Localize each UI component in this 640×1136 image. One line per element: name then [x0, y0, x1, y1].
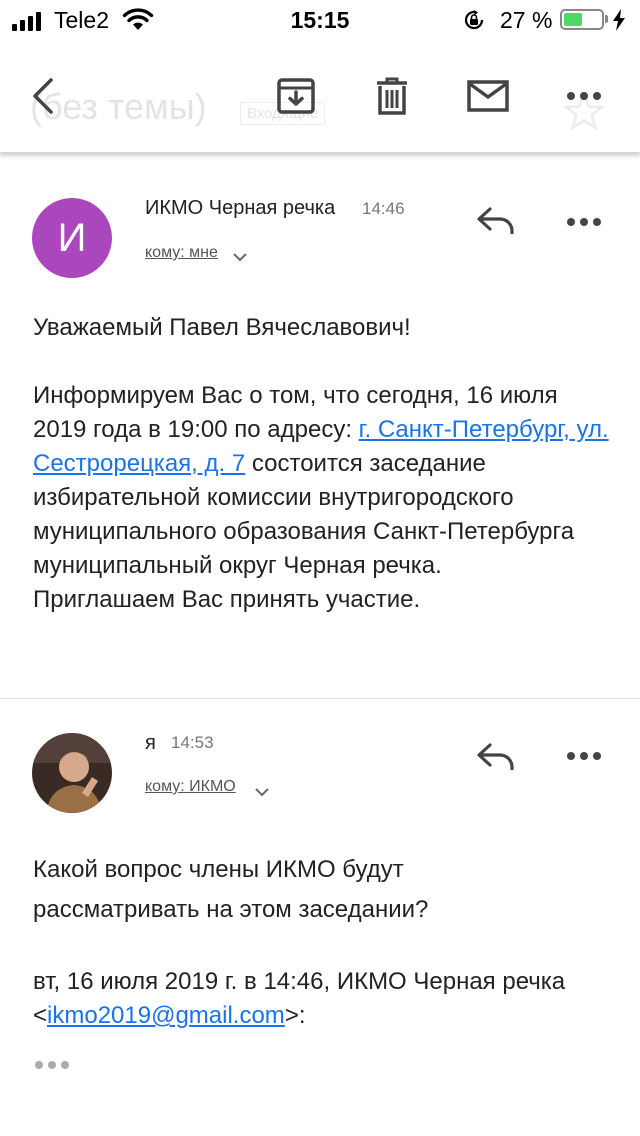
battery-cap	[605, 15, 608, 23]
rotation-lock-icon	[464, 10, 484, 30]
back-icon	[33, 78, 53, 114]
user-avatar[interactable]	[32, 733, 112, 813]
email-link[interactable]: ikmo2019@gmail.com	[47, 1002, 285, 1029]
battery-percent: 27 %	[500, 7, 553, 33]
status-bar: Tele2 15:15 27 %	[0, 0, 640, 42]
recipient-details[interactable]: кому: ИКМО	[145, 778, 236, 796]
closing-line: Приглашаем Вас принять участие.	[33, 586, 421, 613]
recipient-details[interactable]: кому: мне	[145, 244, 218, 262]
message-time: 14:46	[362, 199, 405, 218]
battery-icon	[560, 9, 604, 30]
archive-button[interactable]	[270, 70, 322, 122]
sender-name[interactable]: я	[145, 732, 156, 755]
reply-icon[interactable]	[476, 742, 516, 772]
message-more-icon[interactable]	[566, 751, 602, 761]
sender-name[interactable]: ИКМО Черная речка	[145, 197, 335, 220]
more-icon	[567, 92, 601, 100]
show-quoted-text-icon[interactable]	[34, 1060, 70, 1070]
reply-question: Какой вопрос члены ИКМО будут рассматрив…	[33, 856, 429, 923]
sender-avatar[interactable]: И	[32, 198, 112, 278]
greeting: Уважаемый Павел Вячеславович!	[33, 314, 411, 341]
charging-bolt-icon	[613, 9, 625, 31]
message-divider	[0, 698, 640, 699]
mail-icon	[467, 80, 509, 112]
quote-suffix: >:	[284, 1002, 306, 1029]
reply-icon[interactable]	[476, 206, 516, 236]
body-paragraph: Информируем Вас о том, что сегодня, 16 и…	[33, 379, 613, 583]
mark-unread-button[interactable]	[462, 70, 514, 122]
profile-photo	[32, 733, 112, 813]
message-time: 14:53	[171, 733, 214, 752]
archive-icon	[277, 78, 315, 114]
chevron-down-icon[interactable]	[254, 787, 270, 797]
message-body: Уважаемый Павел Вячеславович! Информируе…	[33, 311, 613, 617]
back-button[interactable]	[16, 70, 68, 122]
delete-button[interactable]	[366, 70, 418, 122]
more-options-button[interactable]	[558, 70, 610, 122]
quoted-header: вт, 16 июля 2019 г. в 14:46, ИКМО Черная…	[33, 965, 613, 1033]
message-more-icon[interactable]	[566, 217, 602, 227]
trash-icon	[377, 77, 407, 115]
chevron-down-icon[interactable]	[232, 252, 248, 262]
message-body: Какой вопрос члены ИКМО будут рассматрив…	[33, 850, 483, 930]
message-toolbar: (без темы) Входящие	[0, 42, 640, 153]
